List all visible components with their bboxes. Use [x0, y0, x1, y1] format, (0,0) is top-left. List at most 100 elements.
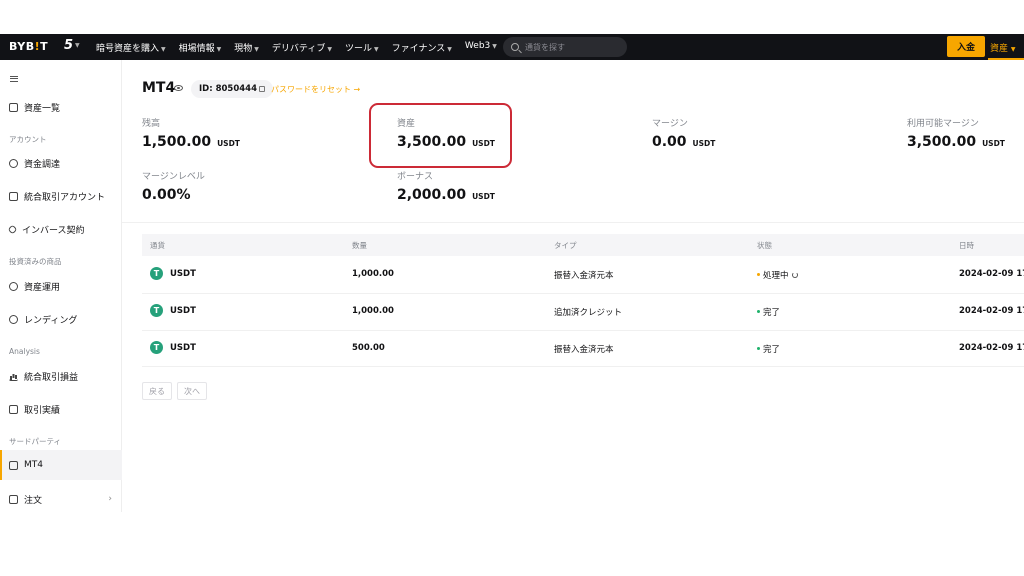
- top-navigation-bar: BYB!T 5 ▼ 暗号資産を購入 ▼ 相場情報 ▼ 現物 ▼ デリバティブ ▼ ツール…: [0, 34, 1024, 60]
- value-unit: USDT: [472, 192, 495, 201]
- sidebar-item-label: 統合取引損益: [24, 372, 79, 383]
- sidebar-item-inverse[interactable]: インバース契約: [0, 214, 122, 244]
- column-header-datetime: 日時: [959, 241, 974, 250]
- chevron-right-icon: ›: [108, 494, 112, 504]
- next-page-button[interactable]: 次へ: [177, 382, 207, 400]
- value-number: 2,000.00: [397, 187, 467, 203]
- table-cell-status: 処理中: [763, 269, 798, 281]
- table-cell-type: 追加済クレジット: [554, 308, 623, 318]
- bonus-value: 2,000.00 USDT: [397, 187, 495, 203]
- available-margin-label: 利用可能マージン: [907, 119, 979, 129]
- table-cell-coin: USDT: [170, 306, 196, 316]
- bar-chart-icon: [9, 372, 18, 381]
- sidebar-item-overview[interactable]: 資産一覧: [0, 92, 122, 122]
- sidebar-item-label: 取引実績: [24, 405, 61, 416]
- nav-markets[interactable]: 相場情報 ▼: [179, 41, 222, 54]
- margin-label: マージン: [652, 119, 688, 129]
- status-dot-pending: [757, 273, 760, 276]
- nav-derivatives[interactable]: デリバティブ ▼: [272, 41, 332, 54]
- tether-icon: T: [150, 304, 163, 317]
- nav-label: デリバティブ: [271, 44, 326, 54]
- sidebar-item-unified-account[interactable]: 統合取引アカウント: [0, 181, 122, 211]
- bybit-logo[interactable]: BYB!T: [9, 40, 48, 53]
- sidebar-item-pnl[interactable]: 統合取引損益: [0, 361, 122, 391]
- logo-text-start: BYB: [9, 40, 35, 53]
- table-cell-datetime: 2024-02-09 17:0: [959, 343, 1024, 353]
- chevron-down-icon: ▼: [75, 42, 80, 49]
- link-icon: [7, 224, 18, 234]
- table-cell-amount: 1,000.00: [352, 306, 394, 316]
- five-year-badge[interactable]: 5: [64, 38, 73, 53]
- divider: [122, 222, 1024, 223]
- nav-spot[interactable]: 現物 ▼: [234, 41, 259, 54]
- account-id-pill: ID: 8050444: [191, 80, 273, 98]
- grid-icon: [9, 102, 18, 112]
- wallet-icon: [9, 191, 18, 201]
- tether-icon: T: [150, 267, 163, 280]
- value-unit: USDT: [692, 139, 716, 148]
- menu-collapse-icon[interactable]: [10, 76, 18, 82]
- page-title: MT4: [142, 80, 176, 96]
- logo-text-end: T: [40, 40, 49, 53]
- section-label-invested: 投資済みの商品: [9, 257, 62, 266]
- table-cell-amount: 1,000.00: [352, 269, 394, 279]
- nav-buy-crypto[interactable]: 暗号資産を購入 ▼: [96, 41, 166, 54]
- chevron-down-icon: ▼: [374, 46, 379, 53]
- eye-icon[interactable]: [174, 85, 183, 91]
- section-label-account: アカウント: [9, 135, 47, 144]
- nav-tools[interactable]: ツール ▼: [345, 41, 379, 54]
- chevron-down-icon: ▼: [447, 46, 452, 53]
- search-input[interactable]: [525, 42, 625, 52]
- sidebar-item-mt4[interactable]: MT4: [0, 450, 122, 480]
- row-divider: [142, 330, 1024, 331]
- sidebar-item-lending[interactable]: レンディング: [0, 304, 122, 334]
- column-header-currency: 通貨: [150, 241, 165, 250]
- value-unit: USDT: [217, 139, 240, 148]
- sidebar-item-label: インバース契約: [22, 225, 85, 236]
- value-unit: USDT: [982, 139, 1005, 148]
- chevron-down-icon: ▼: [161, 46, 166, 53]
- table-cell-type: 振替入金済元本: [554, 345, 614, 355]
- chevron-down-icon: ▼: [492, 43, 497, 50]
- sidebar-item-label: MT4: [24, 460, 43, 470]
- assets-label: 資産: [990, 44, 1009, 54]
- nav-web3[interactable]: Web3 ▼: [465, 41, 497, 54]
- sidebar-item-label: 資金調達: [24, 159, 61, 170]
- earn-icon: [9, 281, 18, 291]
- value-number: 1,500.00: [142, 134, 212, 150]
- margin-level-label: マージンレベル: [142, 172, 205, 182]
- copy-icon[interactable]: [258, 86, 265, 92]
- nav-label: ツール: [345, 44, 373, 54]
- sidebar-item-label: レンディング: [24, 315, 78, 326]
- table-cell-coin: USDT: [170, 343, 196, 353]
- chevron-down-icon: ▼: [254, 46, 259, 53]
- bonus-label: ボーナス: [397, 172, 434, 182]
- funding-icon: [9, 158, 18, 168]
- table-cell-status: 完了: [763, 345, 781, 355]
- reset-password-link[interactable]: パスワードをリセット →: [271, 84, 360, 95]
- refresh-icon[interactable]: [791, 272, 798, 278]
- prev-page-button[interactable]: 戻る: [142, 382, 172, 400]
- nav-label: 現物: [234, 44, 253, 54]
- table-cell-coin: USDT: [170, 269, 196, 279]
- sidebar-item-funding[interactable]: 資金調達: [0, 148, 122, 178]
- available-margin-value: 3,500.00 USDT: [907, 134, 1005, 150]
- table-cell-datetime: 2024-02-09 17:0: [959, 306, 1024, 316]
- search-box[interactable]: [503, 37, 627, 57]
- value-number: 3,500.00: [907, 134, 977, 150]
- balance-value: 1,500.00 USDT: [142, 134, 240, 150]
- section-label-third-party: サードパーティ: [9, 437, 62, 446]
- nav-finance[interactable]: ファイナンス ▼: [392, 41, 452, 54]
- account-id: ID: 8050444: [199, 84, 257, 94]
- table-cell-status: 完了: [763, 308, 781, 318]
- table-cell-datetime: 2024-02-09 17:0: [959, 269, 1024, 279]
- deposit-button[interactable]: 入金: [947, 36, 985, 57]
- table-header: [142, 234, 1024, 256]
- sidebar: 資産一覧 アカウント 資金調達 統合取引アカウント インバース契約 投資済みの商…: [0, 60, 122, 512]
- sidebar-item-earn[interactable]: 資産運用: [0, 271, 122, 301]
- margin-value: 0.00 USDT: [652, 134, 715, 150]
- assets-menu[interactable]: 資産 ▼: [990, 41, 1016, 54]
- sidebar-item-orders[interactable]: 注文 ›: [0, 484, 122, 514]
- row-divider: [142, 366, 1024, 367]
- sidebar-item-trade-history[interactable]: 取引実績: [0, 394, 122, 424]
